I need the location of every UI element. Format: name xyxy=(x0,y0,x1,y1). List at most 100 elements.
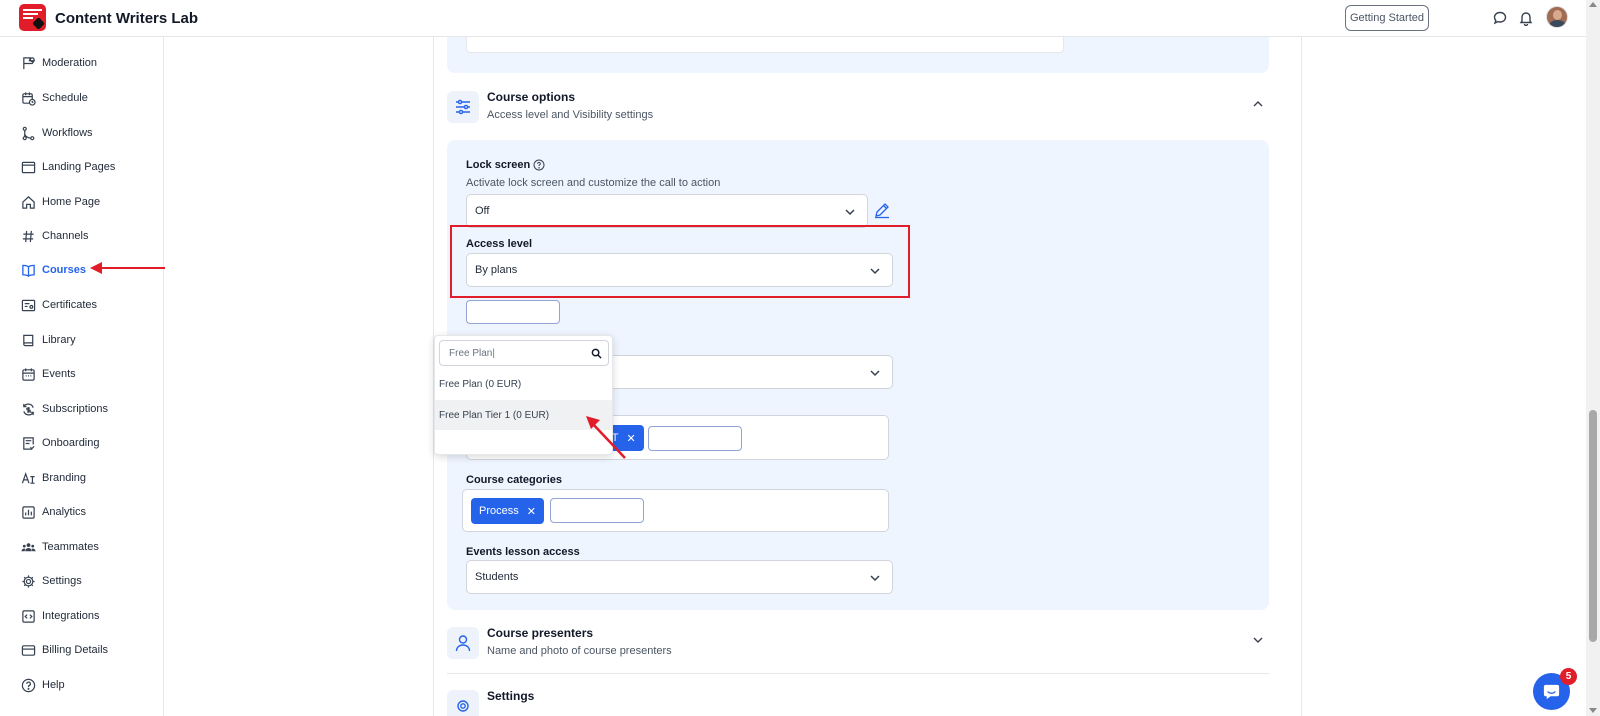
user-avatar[interactable] xyxy=(1546,6,1568,28)
sidebar-item-moderation[interactable]: Moderation xyxy=(21,53,97,73)
sidebar-item-landing-pages[interactable]: Landing Pages xyxy=(21,157,115,177)
previous-section-field xyxy=(466,37,1064,53)
scroll-down-arrow[interactable] xyxy=(1589,708,1597,713)
sidebar-item-teammates[interactable]: Teammates xyxy=(21,537,99,557)
sidebar-item-label: Help xyxy=(42,679,65,691)
chevron-down-icon xyxy=(870,370,880,377)
section-divider xyxy=(447,673,1269,674)
typography-icon xyxy=(21,471,35,484)
sidebar-item-label: Workflows xyxy=(42,127,93,139)
search-icon[interactable] xyxy=(591,348,602,359)
sidebar-item-help[interactable]: Help xyxy=(21,675,65,695)
chevron-up-icon[interactable] xyxy=(1252,98,1264,110)
page-scrollbar[interactable] xyxy=(1586,0,1600,716)
course-presenters-header[interactable]: Course presenters Name and photo of cour… xyxy=(447,625,1269,665)
lock-screen-value: Off xyxy=(475,205,490,217)
credit-card-icon xyxy=(21,644,36,656)
sidebar-item-label: Branding xyxy=(42,472,87,484)
sidebar-item-label: Certificates xyxy=(42,299,98,311)
annotation-arrow-plan-option xyxy=(586,416,626,459)
sidebar: Moderation Schedule Workflows Landing Pa… xyxy=(0,37,164,716)
sidebar-item-integrations[interactable]: Integrations xyxy=(21,606,99,626)
bell-icon[interactable] xyxy=(1518,10,1534,26)
lock-screen-select[interactable]: Off xyxy=(466,194,868,228)
category-tag-process[interactable]: Process ✕ xyxy=(471,498,544,524)
scrollbar-thumb[interactable] xyxy=(1589,410,1597,642)
gear-icon-box xyxy=(447,690,479,716)
help-circle-icon xyxy=(21,678,36,692)
course-categories-field[interactable]: Process ✕ xyxy=(462,489,889,532)
user-icon-box xyxy=(447,627,479,659)
sidebar-item-label: Integrations xyxy=(42,610,100,622)
lock-screen-description: Activate lock screen and customize the c… xyxy=(466,177,721,189)
calendar-clock-icon xyxy=(22,91,36,106)
close-icon[interactable]: ✕ xyxy=(527,505,536,518)
sidebar-item-label: Landing Pages xyxy=(42,161,116,173)
access-level-select[interactable]: By plans xyxy=(466,253,893,287)
settings-section-header[interactable]: Settings xyxy=(447,688,1269,716)
sidebar-item-channels[interactable]: Channels xyxy=(21,226,88,246)
sidebar-item-workflows[interactable]: Workflows xyxy=(21,123,93,143)
users-icon xyxy=(21,542,36,551)
sidebar-item-label: Events xyxy=(42,368,76,380)
app-logo[interactable] xyxy=(19,4,46,31)
sidebar-item-label: Settings xyxy=(42,575,82,587)
sidebar-item-certificates[interactable]: Certificates xyxy=(21,295,97,315)
course-presenters-subtitle: Name and photo of course presenters xyxy=(487,645,672,657)
plan-option-label: Free Plan (0 EUR) xyxy=(439,379,522,390)
events-lesson-access-label: Events lesson access xyxy=(466,546,580,558)
calendar-icon xyxy=(22,367,35,381)
sidebar-item-label: Subscriptions xyxy=(42,403,109,415)
plans-search-trigger[interactable] xyxy=(466,300,560,324)
events-lesson-access-select[interactable]: Students xyxy=(466,560,893,594)
sliders-icon xyxy=(456,99,470,115)
sidebar-item-branding[interactable]: Branding xyxy=(21,468,86,488)
scroll-up-arrow[interactable] xyxy=(1589,2,1597,7)
sidebar-item-label: Teammates xyxy=(42,541,99,553)
course-options-header[interactable]: Course options Access level and Visibili… xyxy=(447,89,1269,129)
sidebar-item-billing-details[interactable]: Billing Details xyxy=(21,640,108,660)
code-square-icon xyxy=(22,609,35,623)
sidebar-item-label: Home Page xyxy=(42,196,101,208)
app-title: Content Writers Lab xyxy=(55,10,199,27)
book-open-icon xyxy=(22,264,35,277)
library-book-icon xyxy=(23,334,34,346)
plans-tag-input[interactable] xyxy=(648,426,742,451)
chat-bubble-icon[interactable] xyxy=(1492,10,1508,26)
checklist-icon xyxy=(23,436,35,450)
sidebar-item-onboarding[interactable]: Onboarding xyxy=(21,433,100,453)
flag-icon xyxy=(23,56,36,69)
access-level-label: Access level xyxy=(466,238,533,250)
sidebar-item-home-page[interactable]: Home Page xyxy=(21,192,100,212)
sidebar-item-library[interactable]: Library xyxy=(21,330,76,350)
help-circle-icon[interactable] xyxy=(533,159,545,171)
chevron-down-icon[interactable] xyxy=(1252,634,1264,646)
workflow-icon xyxy=(22,126,35,140)
getting-started-button[interactable]: Getting Started xyxy=(1345,5,1429,31)
plans-search-input[interactable]: Free Plan| xyxy=(439,340,609,366)
chat-notification-badge: 5 xyxy=(1560,668,1577,685)
certificate-icon xyxy=(21,299,36,311)
category-tag-input[interactable] xyxy=(550,498,644,523)
sidebar-item-analytics[interactable]: Analytics xyxy=(21,502,86,522)
plan-option[interactable]: Free Plan (0 EUR) xyxy=(435,370,612,399)
sidebar-item-label: Analytics xyxy=(42,506,87,518)
hash-icon xyxy=(22,230,34,242)
chat-icon xyxy=(1543,684,1560,700)
pencil-edit-icon[interactable] xyxy=(873,201,891,219)
category-tag-label: Process xyxy=(479,505,519,517)
sidebar-item-subscriptions[interactable]: Subscriptions xyxy=(21,399,108,419)
sidebar-item-settings[interactable]: Settings xyxy=(21,571,82,591)
sidebar-item-events[interactable]: Events xyxy=(21,364,76,384)
sidebar-item-label: Courses xyxy=(42,264,87,276)
sidebar-item-schedule[interactable]: Schedule xyxy=(21,88,88,108)
settings-section-title: Settings xyxy=(487,689,535,703)
access-level-value: By plans xyxy=(475,264,518,276)
sidebar-item-label: Channels xyxy=(42,230,89,242)
sidebar-item-courses[interactable]: Courses xyxy=(21,260,86,280)
home-icon xyxy=(22,195,35,209)
chevron-down-icon xyxy=(845,209,855,216)
course-options-title: Course options xyxy=(487,90,576,104)
sidebar-item-label: Schedule xyxy=(42,92,88,104)
lock-screen-label: Lock screen xyxy=(466,159,531,171)
